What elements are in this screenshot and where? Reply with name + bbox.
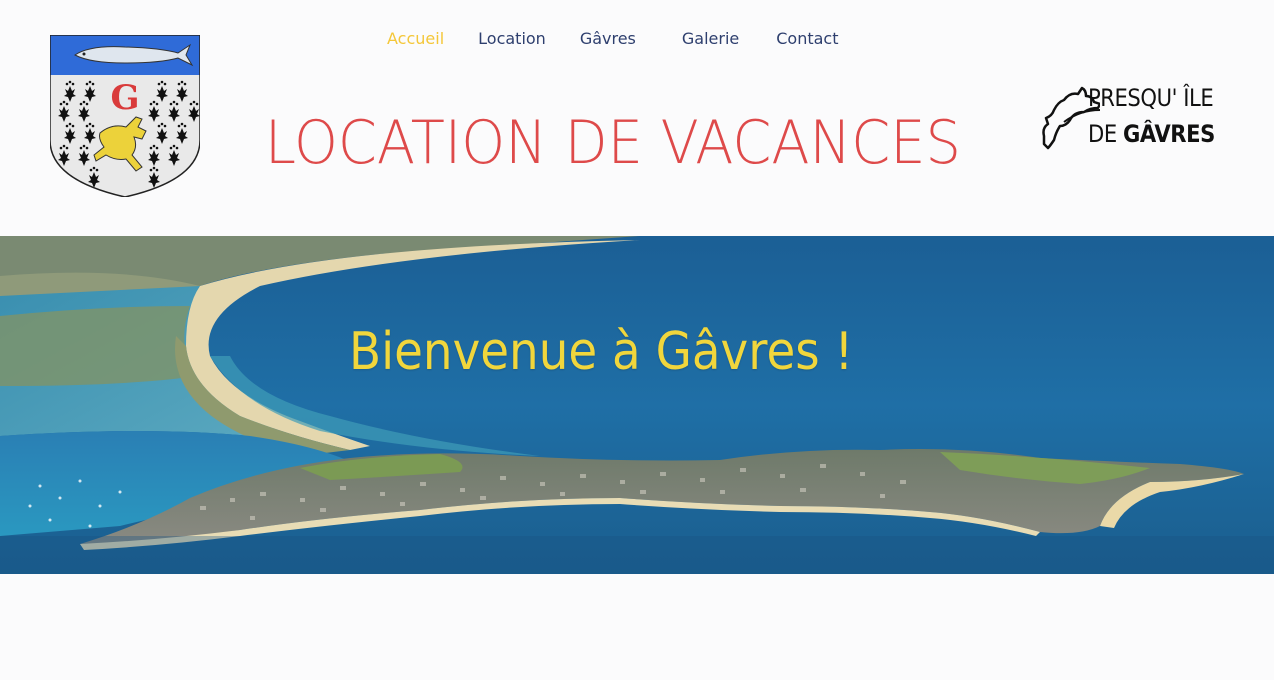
logo-line2: DE GÂVRES	[1088, 120, 1215, 148]
hero-title: Bienvenue à Gâvres !	[349, 322, 854, 382]
site-title: LOCATION DE VACANCES	[264, 108, 961, 178]
hero-aerial-image	[0, 236, 1274, 574]
nav-item-accueil[interactable]: Accueil	[370, 29, 461, 48]
nav-item-contact[interactable]: Contact	[759, 29, 855, 48]
logo-line1: PRESQU' ÎLE	[1088, 84, 1214, 112]
presqu-ile-logo[interactable]: PRESQU' ÎLE DE GÂVRES	[1040, 82, 1230, 154]
nav-item-gavres[interactable]: Gâvres	[563, 29, 665, 48]
hero-banner: Bienvenue à Gâvres !	[0, 236, 1274, 574]
page: G Accueil Location Gâvres Galerie Contac…	[0, 0, 1274, 680]
logo-line2-prefix: DE	[1088, 120, 1124, 148]
nav-item-galerie[interactable]: Galerie	[665, 29, 759, 48]
main-nav: Accueil Location Gâvres Galerie Contact	[370, 24, 856, 52]
logo-line2-bold: GÂVRES	[1123, 120, 1215, 148]
nav-item-location[interactable]: Location	[461, 29, 563, 48]
